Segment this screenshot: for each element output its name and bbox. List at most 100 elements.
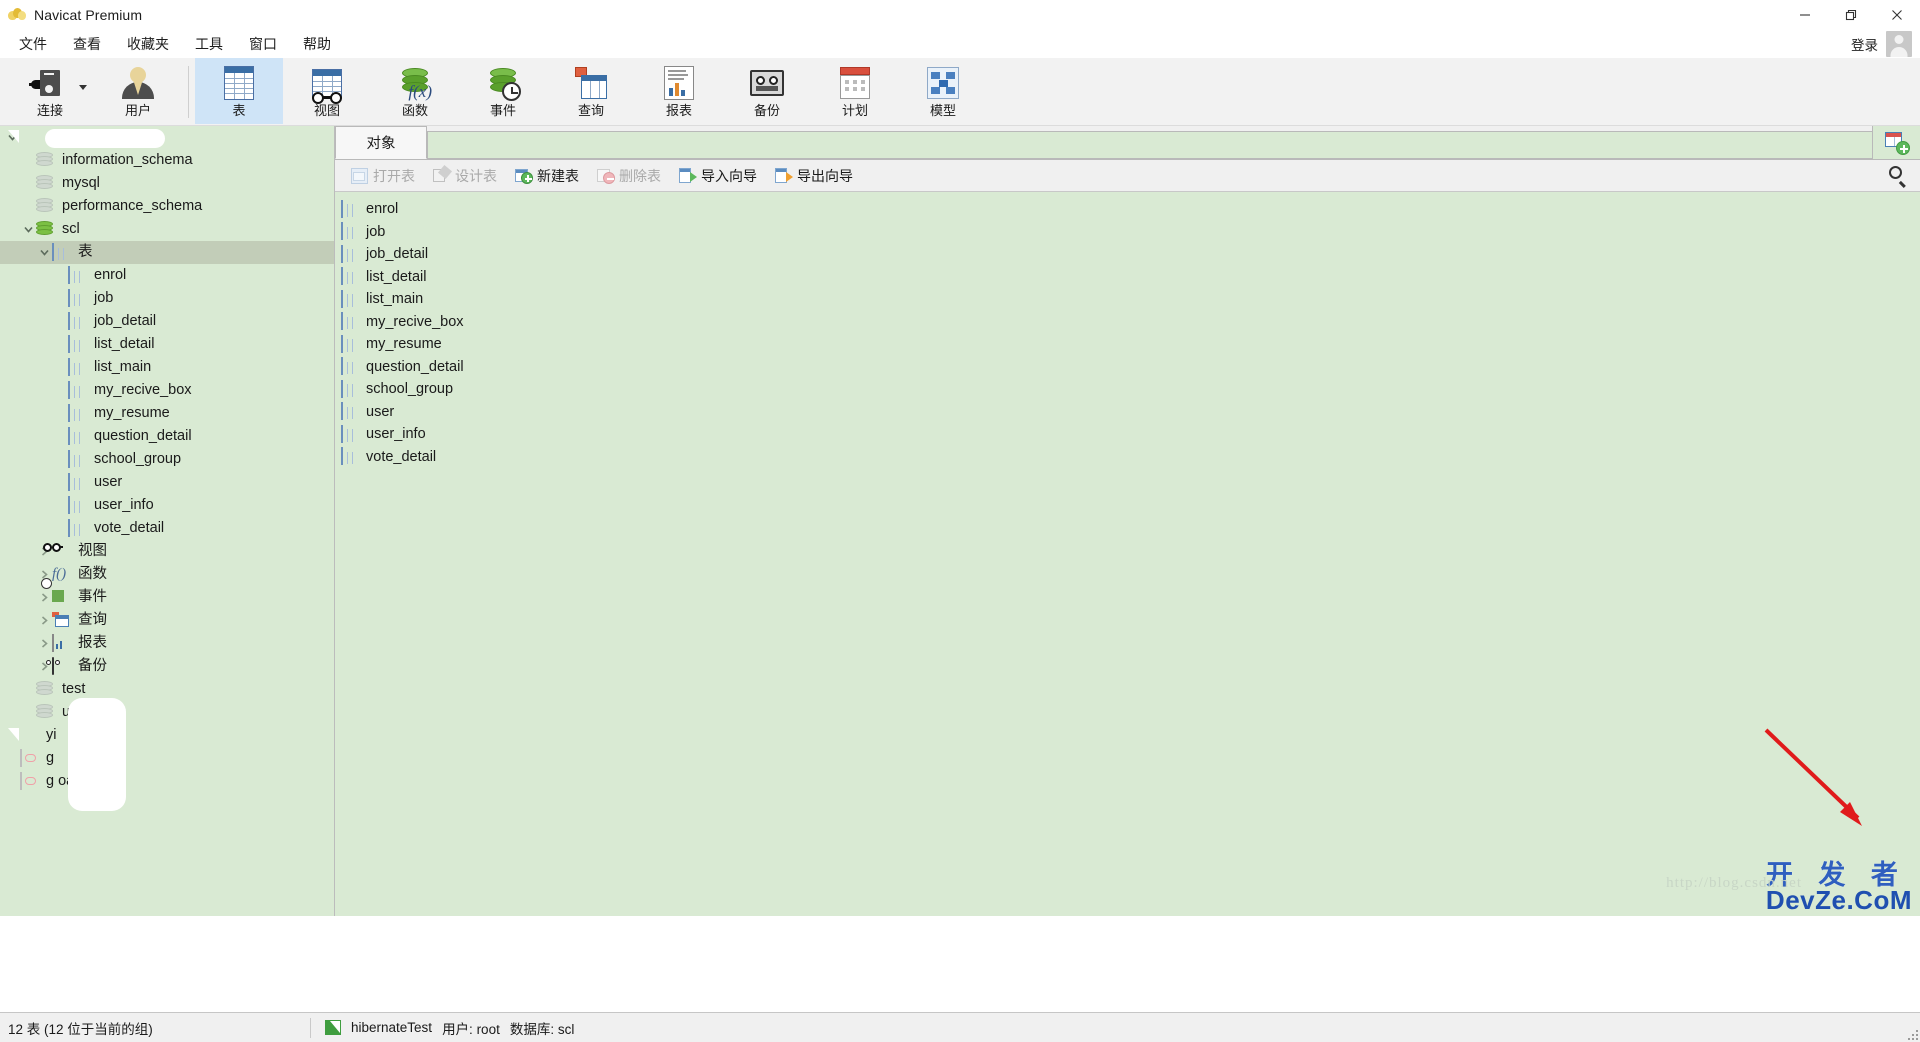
tree-node-label: g	[46, 750, 54, 767]
user-avatar-icon[interactable]	[1886, 31, 1912, 57]
tree-node[interactable]: 报表	[0, 632, 334, 655]
chevron-down-icon[interactable]	[36, 245, 52, 261]
tree-node[interactable]: ue	[0, 701, 334, 724]
table-row[interactable]: user_info	[335, 423, 1920, 446]
model-icon	[921, 63, 965, 103]
tree-node[interactable]: user_info	[0, 494, 334, 517]
table-node-icon	[341, 403, 361, 420]
table-row[interactable]: list_detail	[335, 266, 1920, 289]
table-row[interactable]: user	[335, 401, 1920, 424]
table-row[interactable]: job_detail	[335, 243, 1920, 266]
tree-spacer	[52, 521, 68, 537]
tab-objects[interactable]: 对象	[335, 126, 427, 159]
tree-node-label: yi	[46, 727, 56, 744]
tree-node[interactable]: school_group	[0, 448, 334, 471]
database-gray-icon	[36, 175, 56, 192]
queries-icon	[52, 612, 72, 629]
close-icon[interactable]	[1874, 0, 1920, 30]
table-row[interactable]: job	[335, 221, 1920, 244]
tree-node[interactable]: scl	[0, 218, 334, 241]
table-row[interactable]: vote_detail	[335, 446, 1920, 469]
login-link[interactable]: 登录	[1851, 34, 1878, 54]
chevron-down-icon[interactable]	[20, 222, 36, 238]
tree-node[interactable]: list_detail	[0, 333, 334, 356]
table-row[interactable]: my_resume	[335, 333, 1920, 356]
toolbar-table[interactable]: 表	[195, 58, 283, 124]
toolbar-event[interactable]: 事件	[459, 58, 547, 124]
tree-node[interactable]: vote_detail	[0, 517, 334, 540]
tree-node[interactable]: job_detail	[0, 310, 334, 333]
tree-node[interactable]: g oa	[0, 770, 334, 793]
table-row[interactable]: enrol	[335, 198, 1920, 221]
tree-node[interactable]: my_recive_box	[0, 379, 334, 402]
table-row[interactable]: school_group	[335, 378, 1920, 401]
tree-node[interactable]: my_resume	[0, 402, 334, 425]
tree-node[interactable]: performance_schema	[0, 195, 334, 218]
resize-grip[interactable]	[1904, 1026, 1918, 1040]
toolbar-backup[interactable]: 备份	[723, 58, 811, 124]
table-node-icon	[341, 336, 361, 353]
tree-node[interactable]: yi	[0, 724, 334, 747]
toolbar-query[interactable]: 查询	[547, 58, 635, 124]
open-table-icon	[351, 168, 368, 184]
connection-node-icon	[325, 1020, 341, 1035]
tree-node[interactable]: list_main	[0, 356, 334, 379]
toolbar-model[interactable]: 模型	[899, 58, 987, 124]
tree-node-label: 备份	[78, 658, 107, 675]
design-table-button[interactable]: 设计表	[425, 163, 505, 189]
new-query-tab-icon[interactable]	[1872, 126, 1920, 159]
table-row[interactable]: list_main	[335, 288, 1920, 311]
menu-tools[interactable]: 工具	[182, 32, 236, 56]
tree-node-label: 报表	[78, 635, 107, 652]
chevron-right-icon[interactable]	[36, 613, 52, 629]
menu-window[interactable]: 窗口	[236, 32, 290, 56]
new-table-button[interactable]: 新建表	[507, 163, 587, 189]
tree-node[interactable]: 视图	[0, 540, 334, 563]
minimize-icon[interactable]	[1782, 0, 1828, 30]
open-table-button[interactable]: 打开表	[343, 163, 423, 189]
toolbar-schedule[interactable]: 计划	[811, 58, 899, 124]
menu-favorites[interactable]: 收藏夹	[114, 32, 182, 56]
delete-table-button[interactable]: 删除表	[589, 163, 669, 189]
toolbar-function[interactable]: f(x) 函数	[371, 58, 459, 124]
export-wizard-button[interactable]: 导出向导	[767, 163, 861, 189]
tree-node-label: vote_detail	[94, 520, 164, 537]
delete-table-icon	[597, 168, 614, 184]
tree-node[interactable]: 查询	[0, 609, 334, 632]
query-icon	[569, 63, 613, 103]
object-tree-sidebar[interactable]: information_schemamysqlperformance_schem…	[0, 126, 335, 916]
toolbar-report[interactable]: 报表	[635, 58, 723, 124]
tree-node[interactable]: 事件	[0, 586, 334, 609]
tree-node[interactable]: question_detail	[0, 425, 334, 448]
table-row[interactable]: my_recive_box	[335, 311, 1920, 334]
import-wizard-button[interactable]: 导入向导	[671, 163, 765, 189]
search-icon[interactable]	[1888, 166, 1908, 186]
tree-node[interactable]: job	[0, 287, 334, 310]
menu-help[interactable]: 帮助	[290, 32, 344, 56]
tree-node[interactable]: mysql	[0, 172, 334, 195]
toolbar-user[interactable]: 用户	[94, 58, 182, 124]
restore-icon[interactable]	[1828, 0, 1874, 30]
tree-node[interactable]: 表	[0, 241, 334, 264]
menu-view[interactable]: 查看	[60, 32, 114, 56]
chevron-right-icon[interactable]	[36, 636, 52, 652]
tree-spacer	[52, 268, 68, 284]
toolbar-connection[interactable]: 连接	[6, 58, 94, 124]
menu-file[interactable]: 文件	[6, 32, 60, 56]
tree-spacer	[52, 452, 68, 468]
tree-node-label: 视图	[78, 543, 107, 560]
tree-node[interactable]: 备份	[0, 655, 334, 678]
table-node-icon	[68, 336, 88, 353]
tree-node[interactable]: g	[0, 747, 334, 770]
tree-node[interactable]: user	[0, 471, 334, 494]
object-list[interactable]: enroljobjob_detaillist_detaillist_mainmy…	[335, 192, 1920, 916]
tree-node[interactable]: enrol	[0, 264, 334, 287]
table-row[interactable]: question_detail	[335, 356, 1920, 379]
toolbar-view[interactable]: 视图	[283, 58, 371, 124]
status-table-count: 12 表 (12 位于当前的组)	[0, 1018, 310, 1038]
tree-node[interactable]: test	[0, 678, 334, 701]
chevron-down-icon[interactable]	[79, 85, 87, 90]
chevron-right-icon[interactable]	[36, 590, 52, 606]
connection-small-icon	[20, 750, 40, 767]
tree-node[interactable]: information_schema	[0, 149, 334, 172]
